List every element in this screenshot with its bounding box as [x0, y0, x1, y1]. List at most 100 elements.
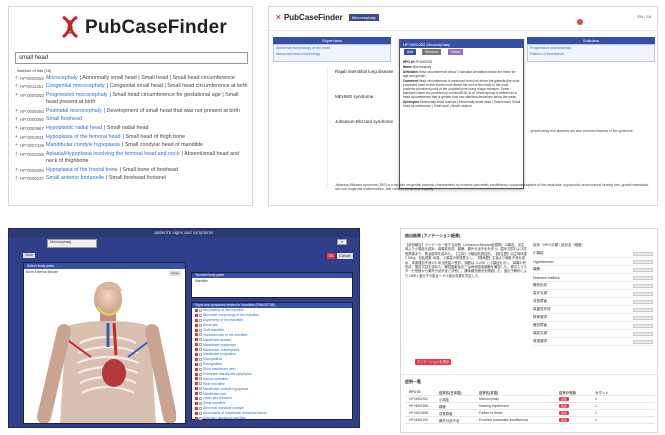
add-icon[interactable]	[195, 357, 198, 361]
hpo-name[interactable]: Small forehead	[46, 116, 82, 122]
checkbox-icon[interactable]	[199, 352, 202, 356]
result-row[interactable]: + HP:0000350 Small forehead	[15, 116, 250, 125]
symptom-row[interactable]: 発達遅滞	[533, 338, 653, 346]
show-annotation-button[interactable]: アノテーションを表示	[415, 359, 451, 365]
hpo-name[interactable]: Congenital microcephaly	[46, 83, 105, 89]
frequency-select[interactable]	[633, 283, 653, 288]
checkbox-icon[interactable]	[199, 348, 202, 352]
frequency-select[interactable]	[633, 267, 653, 272]
add-icon[interactable]	[195, 392, 198, 396]
hpo-name[interactable]: Microcephaly	[46, 75, 78, 81]
checkbox-icon[interactable]	[199, 367, 202, 371]
add-icon[interactable]	[195, 396, 198, 400]
search-input[interactable]: small head	[15, 52, 248, 64]
clear-icon[interactable]	[577, 19, 583, 25]
checkbox-icon[interactable]	[199, 377, 202, 381]
disease-item[interactable]: MEHMO syndrome	[335, 94, 399, 99]
symptom-row[interactable]: 聴覚障害	[533, 322, 653, 330]
checkbox-icon[interactable]	[199, 416, 202, 420]
checkbox-icon[interactable]	[199, 382, 202, 386]
add-icon[interactable]	[195, 308, 198, 312]
add-icon[interactable]	[195, 328, 198, 332]
checkbox-icon[interactable]	[199, 362, 202, 366]
result-row[interactable]: + HP:0003158 Aplasia/Hypoplasia involving …	[15, 150, 250, 166]
viewer-close-button[interactable]: Close	[169, 271, 181, 276]
result-row[interactable]: + HP:0005484 Postnatal microcephaly | Devel…	[15, 107, 250, 116]
add-icon[interactable]	[195, 416, 198, 420]
add-icon[interactable]	[195, 343, 198, 347]
checkbox-icon[interactable]	[199, 401, 202, 405]
add-icon[interactable]	[195, 411, 198, 415]
result-row[interactable]: + HP:0000253 Progressive microcephaly | Sma…	[15, 91, 250, 107]
checkbox-icon[interactable]	[199, 396, 202, 400]
clear-button[interactable]: Clear	[23, 253, 35, 258]
frequency-select[interactable]	[633, 299, 653, 304]
disease-name[interactable]: MEHMO syndrome	[335, 94, 373, 99]
result-row[interactable]: + HP:0003031 Hypoplasia of the femoral hea…	[15, 133, 250, 142]
checkbox-icon[interactable]	[199, 411, 202, 415]
symptom-row[interactable]: Hypertension	[533, 258, 653, 266]
result-row[interactable]: + HP:0007428 Mandibular condyle hypoplasia…	[15, 142, 250, 151]
symptom-row[interactable]: 難聴	[533, 266, 653, 274]
subclass-item[interactable]: Pattern of inheritance	[528, 51, 654, 57]
add-icon[interactable]	[195, 406, 198, 410]
symptom-row[interactable]: 鼻翼低形成	[533, 306, 653, 314]
frequency-select[interactable]	[633, 307, 653, 312]
checkbox-icon[interactable]	[199, 406, 202, 410]
selected-phenotype-tag[interactable]: Microcephaly	[349, 14, 379, 21]
anatomy-3d-model[interactable]	[36, 277, 176, 423]
disease-name[interactable]: Rajab interstitial lung disease	[335, 69, 394, 74]
checkbox-icon[interactable]	[199, 372, 202, 376]
table-row[interactable]: HP:0001508 成長障害 Failure to thrive 該当 1	[405, 410, 655, 417]
add-icon[interactable]	[195, 362, 198, 366]
result-row[interactable]: + HP:0011451 Congenital microcephaly | Cong…	[15, 83, 250, 92]
add-icon[interactable]	[195, 333, 198, 337]
checkbox-icon[interactable]	[199, 392, 202, 396]
hpo-name[interactable]: Mandibular condyle hypoplasia	[46, 142, 120, 148]
table-row[interactable]: HP:0000365 難聴 Hearing impairment 該当 1	[405, 403, 655, 410]
symptom-row[interactable]: 膵低形成	[533, 282, 653, 290]
frequency-select[interactable]	[633, 315, 653, 320]
symptom-row[interactable]: 歯牙欠損	[533, 290, 653, 298]
frequency-select[interactable]	[633, 251, 653, 256]
add-icon[interactable]	[195, 387, 198, 391]
symptom-row[interactable]: 成長障害	[533, 298, 653, 306]
checkbox-icon[interactable]	[199, 313, 202, 317]
frequency-select[interactable]	[633, 339, 653, 344]
frequency-select[interactable]	[633, 259, 653, 264]
hpo-name[interactable]: Hypoplasia of the frontal bone	[46, 167, 118, 173]
superclass-item[interactable]: Abnormal head morphology	[274, 51, 390, 57]
symptom-row[interactable]: Diabetes mellitus	[533, 274, 653, 282]
disease-item[interactable]: Johanson-Blizzard syndrome	[335, 119, 399, 124]
checkbox-icon[interactable]	[199, 308, 202, 312]
remove-button[interactable]: Remove	[422, 49, 442, 55]
language-dropdown[interactable]: ▾	[337, 239, 347, 245]
add-button[interactable]: Add	[404, 49, 417, 55]
add-icon[interactable]	[195, 348, 198, 352]
hpo-name[interactable]: Aplasia/Hypoplasia involving the femoral…	[46, 151, 180, 157]
checkbox-icon[interactable]	[199, 328, 202, 332]
add-icon[interactable]	[195, 377, 198, 381]
selected-phenotype-tag[interactable]: Microcephaly	[47, 239, 97, 248]
disease-item[interactable]: Rajab interstitial lung disease	[335, 69, 399, 74]
hpo-name[interactable]: Small anterior fontanelle	[46, 175, 104, 181]
disease-name[interactable]: Johanson-Blizzard syndrome	[335, 119, 393, 124]
checkbox-icon[interactable]	[199, 387, 202, 391]
layer-options[interactable]: Bone External Muscle	[26, 270, 58, 274]
result-row[interactable]: + HP:0000252 Microcephaly | Abnormally smal…	[15, 74, 250, 83]
symptom-row[interactable]: 精神遅滞	[533, 314, 653, 322]
result-row[interactable]: + HP:0003967 Hypoplastic radial head | Smal…	[15, 124, 250, 133]
checkbox-icon[interactable]	[199, 333, 202, 337]
add-icon[interactable]	[195, 313, 198, 317]
add-icon[interactable]	[195, 323, 198, 327]
add-icon[interactable]	[195, 338, 198, 342]
result-row[interactable]: + HP:0005494 Hypoplasia of the frontal bon…	[15, 166, 250, 175]
checkbox-icon[interactable]	[199, 343, 202, 347]
add-icon[interactable]	[195, 382, 198, 386]
ok-button[interactable]: OK	[327, 253, 335, 259]
add-icon[interactable]	[195, 367, 198, 371]
symptom-row[interactable]: 小頭症	[533, 250, 653, 258]
symptom-row[interactable]: 頭皮欠損	[533, 330, 653, 338]
hpo-name[interactable]: Progressive microcephaly	[46, 92, 108, 98]
hpo-name[interactable]: Hypoplasia of the femoral head	[46, 134, 121, 140]
